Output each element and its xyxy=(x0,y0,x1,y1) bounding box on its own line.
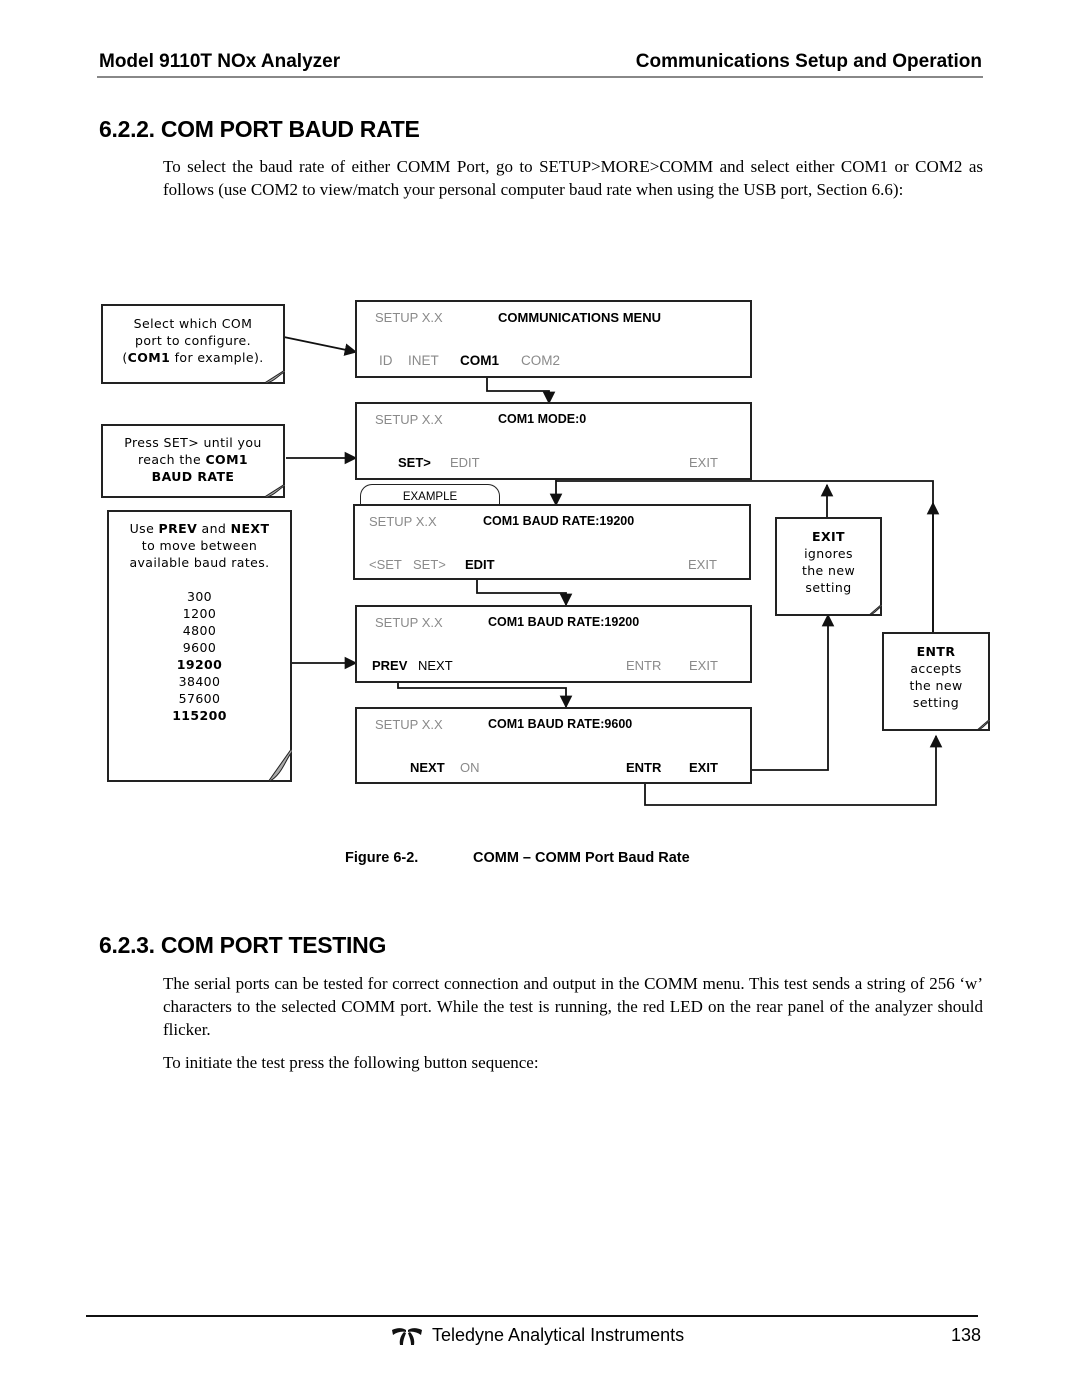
baud-rate-option: 115200 xyxy=(172,708,227,723)
baud-rate-option: 1200 xyxy=(182,606,217,621)
page-number: 138 xyxy=(950,1325,981,1345)
screen-title: COM1 BAUD RATE:19200 xyxy=(488,615,640,629)
screen-title: COM1 BAUD RATE:19200 xyxy=(483,514,635,528)
id-button[interactable]: ID xyxy=(379,353,393,368)
teledyne-logo-icon xyxy=(392,1328,422,1345)
note-text: port to configure. xyxy=(134,333,252,348)
section-testing-instruction: To initiate the test press the following… xyxy=(163,1053,539,1072)
note-text: the new xyxy=(801,563,856,578)
inet-button[interactable]: INET xyxy=(408,353,439,368)
note-text: ignores xyxy=(804,546,853,561)
screen-baud-rate-view: SETUP X.X COM1 BAUD RATE:19200 <SET SET>… xyxy=(353,504,751,580)
next-button[interactable]: NEXT xyxy=(418,658,453,673)
note-text: and xyxy=(197,521,231,536)
note-text: setting xyxy=(805,580,852,595)
exit-button[interactable]: EXIT xyxy=(689,658,718,673)
note-text: reach the xyxy=(137,452,206,467)
section-title-port-testing: 6.2.3. COM PORT TESTING xyxy=(99,932,387,958)
note-text: Select which COM xyxy=(133,316,253,331)
figure-caption-label: Figure 6-2. xyxy=(345,850,419,866)
setup-version-label: SETUP X.X xyxy=(375,310,443,325)
setup-version-label: SETUP X.X xyxy=(375,412,443,427)
baud-rate-option: 19200 xyxy=(176,657,223,672)
edit-button[interactable]: EDIT xyxy=(450,455,480,470)
exit-button[interactable]: EXIT xyxy=(689,760,718,775)
example-tab-label: EXAMPLE xyxy=(360,484,500,504)
note-text: available baud rates. xyxy=(129,555,270,570)
note-text: for example). xyxy=(170,350,264,365)
note-text-bold: BAUD RATE xyxy=(151,469,235,484)
baud-rate-option: 9600 xyxy=(182,640,217,655)
note-text-bold: EXIT xyxy=(812,529,845,544)
footer-company: Teledyne Analytical Instruments xyxy=(432,1325,685,1345)
screen-communications-menu: SETUP X.X COMMUNICATIONS MENU ID INET CO… xyxy=(355,300,752,378)
screen-com1-mode: SETUP X.X COM1 MODE:0 SET> EDIT EXIT xyxy=(355,402,752,480)
baud-rate-option: 4800 xyxy=(182,623,217,638)
exit-button[interactable]: EXIT xyxy=(688,557,717,572)
section-testing-paragraph: The serial ports can be tested for corre… xyxy=(163,974,983,1039)
on-button[interactable]: ON xyxy=(460,760,480,775)
footer-rule xyxy=(86,1315,978,1317)
entr-button[interactable]: ENTR xyxy=(626,760,661,775)
screen-title: COMMUNICATIONS MENU xyxy=(498,310,661,325)
page-curl-icon xyxy=(976,719,990,731)
note-select-com-port: Select which COM port to configure. (COM… xyxy=(101,304,285,384)
screen-title: COM1 MODE:0 xyxy=(498,412,587,426)
next-button[interactable]: NEXT xyxy=(410,760,445,775)
note-text-bold: PREV xyxy=(158,521,198,536)
edit-button[interactable]: EDIT xyxy=(465,557,495,572)
com1-button[interactable]: COM1 xyxy=(460,353,499,368)
baud-rate-option: 38400 xyxy=(178,674,221,689)
note-text: Use xyxy=(129,521,159,536)
note-text-bold: ENTR xyxy=(916,644,956,659)
set-next-button[interactable]: SET> xyxy=(398,455,431,470)
note-text: to move between xyxy=(141,538,258,553)
screen-title: COM1 BAUD RATE:9600 xyxy=(488,717,633,731)
set-next-button[interactable]: SET> xyxy=(413,557,446,572)
setup-version-label: SETUP X.X xyxy=(369,514,437,529)
note-text: the new xyxy=(909,678,963,693)
setup-version-label: SETUP X.X xyxy=(375,717,443,732)
entr-button[interactable]: ENTR xyxy=(626,658,661,673)
page-curl-icon xyxy=(263,370,285,384)
screen-baud-rate-edit: SETUP X.X COM1 BAUD RATE:19200 PREV NEXT… xyxy=(355,605,752,683)
set-prev-button[interactable]: <SET xyxy=(369,557,402,572)
note-entr-accepts: ENTR accepts the new setting xyxy=(882,632,990,731)
figure-caption-title: COMM – COMM Port Baud Rate xyxy=(473,850,690,866)
note-text-bold: COM1 xyxy=(205,452,249,467)
baud-rate-option: 300 xyxy=(186,589,213,604)
note-text: setting xyxy=(912,695,960,710)
page-curl-icon xyxy=(268,748,292,782)
baud-rate-list: 300 1200 4800 9600 19200 38400 57600 115200 xyxy=(109,588,290,724)
note-text: Press SET> until you xyxy=(124,435,262,450)
com2-button[interactable]: COM2 xyxy=(521,353,560,368)
note-press-set: Press SET> until you reach the COM1 BAUD… xyxy=(101,424,285,498)
note-text-bold: NEXT xyxy=(230,521,270,536)
note-text-bold: COM1 xyxy=(127,350,171,365)
note-exit-ignores: EXIT ignores the new setting xyxy=(775,517,882,616)
exit-button[interactable]: EXIT xyxy=(689,455,718,470)
setup-version-label: SETUP X.X xyxy=(375,615,443,630)
page-curl-icon xyxy=(868,604,882,616)
note-prev-next: Use PREV and NEXT to move between availa… xyxy=(107,510,292,782)
page-curl-icon xyxy=(263,484,285,498)
baud-rate-option: 57600 xyxy=(178,691,221,706)
note-text: accepts xyxy=(910,661,962,676)
screen-baud-rate-new: SETUP X.X COM1 BAUD RATE:9600 NEXT ON EN… xyxy=(355,707,752,784)
prev-button[interactable]: PREV xyxy=(372,658,407,673)
